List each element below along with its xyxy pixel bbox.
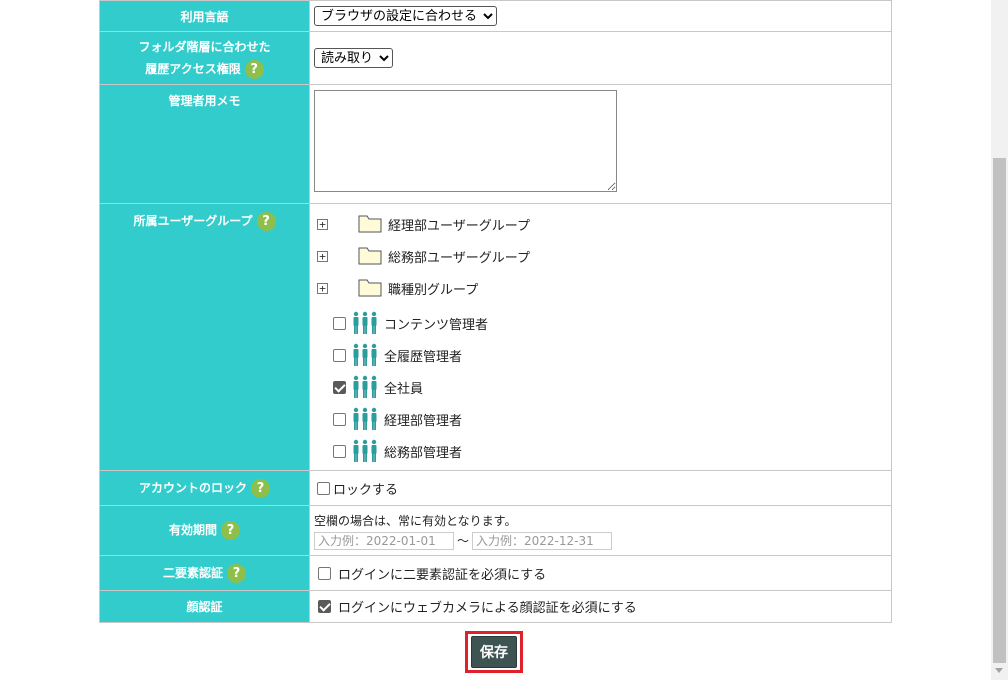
row-account-lock: アカウントのロック? ロックする bbox=[99, 470, 892, 506]
row-validity: 有効期間? 空欄の場合は、常に有効となります。 入力例：2022-01-01 ～… bbox=[99, 505, 892, 556]
row-user-groups: 所属ユーザーグループ? + 経理部ユーザーグループ + 総務部ユーザーグループ … bbox=[99, 203, 892, 471]
user-group-icon bbox=[353, 311, 377, 334]
admin-memo-label: 管理者用メモ bbox=[99, 84, 310, 204]
expand-icon[interactable]: + bbox=[317, 250, 328, 262]
history-access-select[interactable]: 読み取り bbox=[314, 48, 393, 68]
valid-from-input[interactable]: 入力例：2022-01-01 bbox=[314, 531, 454, 550]
validity-note: 空欄の場合は、常に有効となります。 bbox=[314, 513, 517, 528]
face-auth-option[interactable]: ログインにウェブカメラによる顔認証を必須にする bbox=[318, 597, 887, 616]
group-checkbox[interactable] bbox=[333, 348, 346, 362]
user-group-icon bbox=[353, 439, 377, 462]
help-icon[interactable]: ? bbox=[251, 478, 270, 498]
group-item-content-admin[interactable]: コンテンツ管理者 bbox=[333, 311, 488, 335]
folder-icon bbox=[358, 215, 382, 233]
language-select[interactable]: ブラウザの設定に合わせる bbox=[314, 6, 497, 26]
date-range-separator: ～ bbox=[457, 534, 470, 548]
user-group-icon bbox=[353, 407, 377, 430]
vertical-scrollbar[interactable] bbox=[991, 0, 1008, 680]
account-lock-checkbox[interactable] bbox=[317, 481, 330, 495]
validity-label: 有効期間 bbox=[168, 523, 217, 537]
group-checkbox[interactable] bbox=[333, 444, 346, 458]
folder-node-job-type[interactable]: + 職種別グループ bbox=[317, 277, 478, 299]
folder-icon bbox=[358, 279, 382, 297]
two-factor-label: 二要素認証 bbox=[162, 565, 223, 580]
admin-memo-textarea[interactable] bbox=[314, 90, 617, 192]
row-two-factor: 二要素認証? ログインに二要素認証を必須にする bbox=[99, 555, 892, 591]
group-item-all-employees[interactable]: 全社員 bbox=[333, 375, 423, 399]
row-admin-memo: 管理者用メモ bbox=[99, 84, 892, 204]
history-access-label-line2: 履歴アクセス権限 bbox=[145, 62, 241, 76]
two-factor-option[interactable]: ログインに二要素認証を必須にする bbox=[318, 564, 887, 583]
group-item-accounting-admin[interactable]: 経理部管理者 bbox=[333, 407, 462, 431]
language-label: 利用言語 bbox=[99, 0, 310, 32]
user-settings-form: 利用言語 ブラウザの設定に合わせる フォルダ階層に合わせた 履歴アクセス権限? … bbox=[99, 0, 892, 623]
help-icon[interactable]: ? bbox=[221, 521, 240, 540]
face-auth-label: 顔認証 bbox=[99, 590, 310, 623]
expand-icon[interactable]: + bbox=[317, 282, 328, 294]
scroll-down-arrow-icon[interactable] bbox=[995, 668, 1003, 673]
group-item-all-history-admin[interactable]: 全履歴管理者 bbox=[333, 343, 462, 367]
row-face-auth: 顔認証 ログインにウェブカメラによる顔認証を必須にする bbox=[99, 590, 892, 623]
group-checkbox[interactable] bbox=[333, 316, 346, 330]
folder-icon bbox=[358, 247, 382, 265]
account-lock-option[interactable]: ロックする bbox=[317, 479, 887, 498]
help-icon[interactable]: ? bbox=[244, 60, 264, 79]
row-language: 利用言語 ブラウザの設定に合わせる bbox=[99, 0, 892, 32]
history-access-label-line1: フォルダ階層に合わせた bbox=[138, 40, 271, 54]
user-group-icon bbox=[353, 343, 377, 366]
row-history-access: フォルダ階層に合わせた 履歴アクセス権限? 読み取り bbox=[99, 31, 892, 85]
help-icon[interactable]: ? bbox=[256, 212, 276, 231]
face-auth-checkbox[interactable] bbox=[318, 600, 331, 613]
save-button-highlight: 保存 bbox=[465, 631, 523, 673]
user-groups-label: 所属ユーザーグループ bbox=[133, 214, 253, 228]
folder-node-accounting[interactable]: + 経理部ユーザーグループ bbox=[317, 213, 530, 235]
scrollbar-thumb[interactable] bbox=[993, 158, 1006, 663]
help-icon[interactable]: ? bbox=[227, 563, 246, 583]
expand-icon[interactable]: + bbox=[317, 218, 328, 230]
valid-to-input[interactable]: 入力例：2022-12-31 bbox=[472, 531, 613, 550]
group-checkbox[interactable] bbox=[333, 412, 346, 426]
group-checkbox[interactable] bbox=[333, 380, 346, 394]
account-lock-label: アカウントのロック bbox=[138, 480, 247, 495]
user-group-icon bbox=[353, 375, 377, 398]
group-item-general-affairs-admin[interactable]: 総務部管理者 bbox=[333, 439, 462, 463]
two-factor-checkbox[interactable] bbox=[318, 566, 331, 580]
save-button[interactable]: 保存 bbox=[471, 636, 517, 668]
folder-node-general-affairs[interactable]: + 総務部ユーザーグループ bbox=[317, 245, 530, 267]
